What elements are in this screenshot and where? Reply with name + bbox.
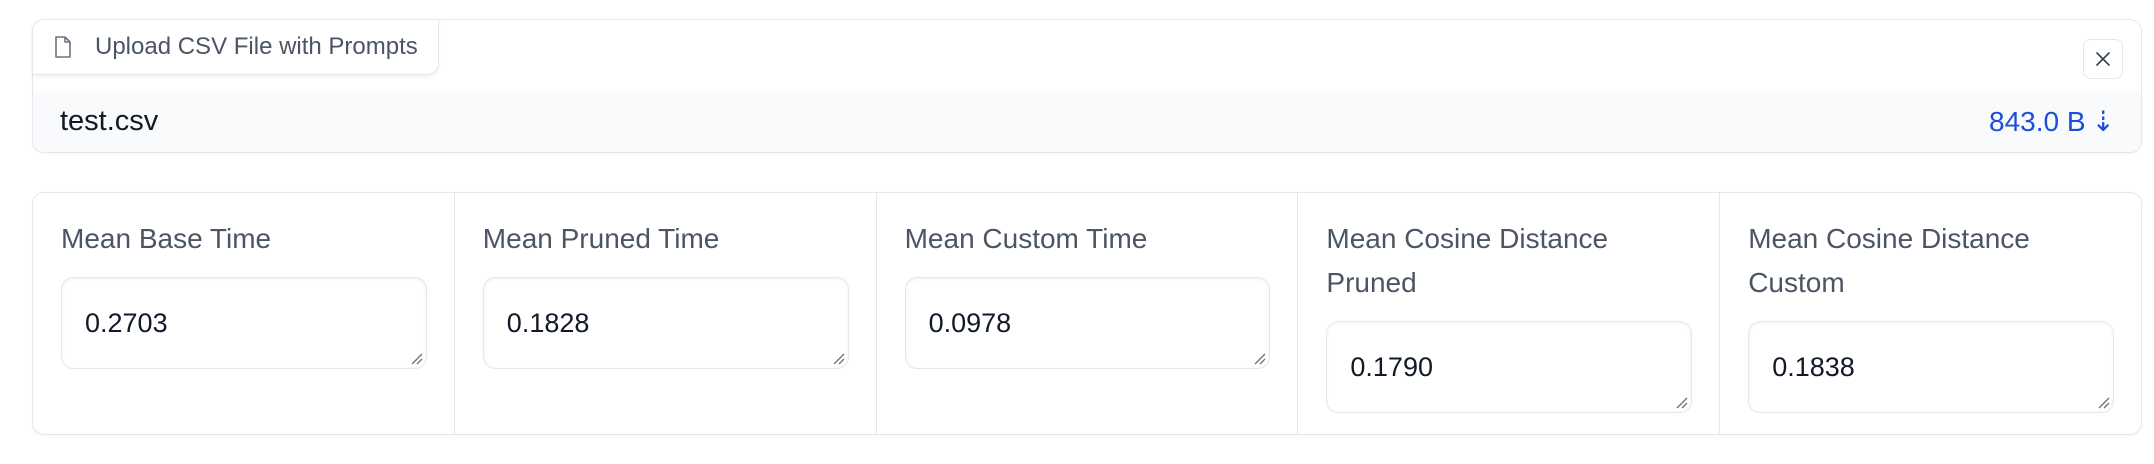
resize-handle-icon[interactable] [2096, 395, 2110, 409]
file-size: 843.0 B [1989, 105, 2086, 137]
resize-handle-icon[interactable] [1674, 395, 1688, 409]
metric-value: 0.2703 [85, 307, 168, 338]
file-icon [53, 35, 73, 59]
metric-label: Mean Base Time [61, 223, 272, 254]
clear-file-button[interactable] [2083, 39, 2123, 79]
metric-label: Mean Cosine Distance Custom [1748, 223, 2030, 298]
close-icon [2094, 50, 2112, 68]
resize-handle-icon[interactable] [831, 351, 845, 365]
metric-label: Mean Pruned Time [482, 223, 720, 254]
upload-label-text: Upload CSV File with Prompts [95, 33, 418, 60]
metric-mean-custom-time: Mean Custom Time 0.0978 [877, 193, 1299, 434]
metric-value-textbox[interactable]: 0.1838 [1748, 321, 2114, 413]
metric-label: Mean Custom Time [904, 223, 1148, 254]
file-download-link[interactable]: 843.0 B ⇣ [1989, 106, 2115, 138]
resize-handle-icon[interactable] [1252, 351, 1266, 365]
metric-value-textbox[interactable]: 0.2703 [61, 277, 427, 369]
metric-value: 0.1790 [1350, 351, 1433, 382]
resize-handle-icon[interactable] [409, 351, 423, 365]
metric-value-textbox[interactable]: 0.1828 [482, 277, 849, 369]
metric-value: 0.1828 [506, 307, 590, 338]
uploaded-file-row: test.csv 843.0 B ⇣ [33, 91, 2141, 152]
metric-label: Mean Cosine Distance Pruned [1326, 223, 1609, 298]
metric-value: 0.1838 [1772, 351, 1855, 382]
metric-value-textbox[interactable]: 0.0978 [904, 277, 1271, 369]
metric-mean-pruned-time: Mean Pruned Time 0.1828 [455, 193, 877, 434]
metric-mean-base-time: Mean Base Time 0.2703 [33, 193, 455, 434]
download-icon: ⇣ [2091, 105, 2115, 137]
metric-value-textbox[interactable]: 0.1790 [1326, 321, 1693, 413]
metric-mean-cosine-distance-custom: Mean Cosine Distance Custom 0.1838 [1720, 193, 2141, 434]
file-upload-panel: Upload CSV File with Prompts test.csv 84… [32, 19, 2142, 153]
file-name: test.csv [60, 105, 159, 137]
metric-value: 0.0978 [928, 307, 1012, 338]
metrics-panel: Mean Base Time 0.2703 Mean Pruned Time 0… [32, 192, 2142, 435]
metric-mean-cosine-distance-pruned: Mean Cosine Distance Pruned 0.1790 [1298, 193, 1721, 434]
upload-label: Upload CSV File with Prompts [32, 19, 439, 75]
